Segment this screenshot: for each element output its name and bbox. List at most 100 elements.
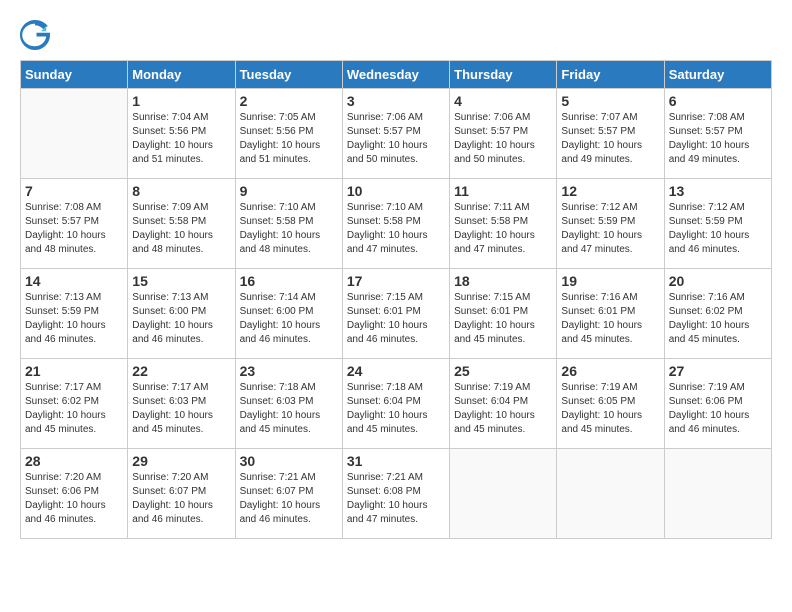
day-info: Sunrise: 7:13 AM Sunset: 5:59 PM Dayligh… <box>25 291 123 347</box>
day-info: Sunrise: 7:21 AM Sunset: 6:07 PM Dayligh… <box>240 471 338 527</box>
day-number: 15 <box>132 273 230 289</box>
day-number: 16 <box>240 273 338 289</box>
day-info: Sunrise: 7:15 AM Sunset: 6:01 PM Dayligh… <box>347 291 445 347</box>
day-info: Sunrise: 7:11 AM Sunset: 5:58 PM Dayligh… <box>454 201 552 257</box>
calendar-cell: 6 Sunrise: 7:08 AM Sunset: 5:57 PM Daylig… <box>664 89 771 179</box>
day-info: Sunrise: 7:06 AM Sunset: 5:57 PM Dayligh… <box>454 111 552 167</box>
calendar-cell: 28 Sunrise: 7:20 AM Sunset: 6:06 PM Dayli… <box>21 449 128 539</box>
calendar-cell: 2 Sunrise: 7:05 AM Sunset: 5:56 PM Daylig… <box>235 89 342 179</box>
calendar-cell: 14 Sunrise: 7:13 AM Sunset: 5:59 PM Dayli… <box>21 269 128 359</box>
day-number: 18 <box>454 273 552 289</box>
calendar-cell <box>450 449 557 539</box>
calendar-cell: 19Sunrise: 7:16 AM Sunset: 6:01 PM Dayli… <box>557 269 664 359</box>
day-info: Sunrise: 7:10 AM Sunset: 5:58 PM Dayligh… <box>347 201 445 257</box>
day-number: 29 <box>132 453 230 469</box>
day-number: 4 <box>454 93 552 109</box>
day-number: 27 <box>669 363 767 379</box>
day-number: 22 <box>132 363 230 379</box>
day-info: Sunrise: 7:04 AM Sunset: 5:56 PM Dayligh… <box>132 111 230 167</box>
day-number: 26 <box>561 363 659 379</box>
header-row: SundayMondayTuesdayWednesdayThursdayFrid… <box>21 61 772 89</box>
day-info: Sunrise: 7:19 AM Sunset: 6:04 PM Dayligh… <box>454 381 552 437</box>
day-number: 25 <box>454 363 552 379</box>
calendar-cell: 17 Sunrise: 7:15 AM Sunset: 6:01 PM Dayli… <box>342 269 449 359</box>
calendar-cell: 26 Sunrise: 7:19 AM Sunset: 6:05 PM Dayli… <box>557 359 664 449</box>
day-info: Sunrise: 7:10 AM Sunset: 5:58 PM Dayligh… <box>240 201 338 257</box>
day-number: 9 <box>240 183 338 199</box>
day-number: 13 <box>669 183 767 199</box>
day-number: 7 <box>25 183 123 199</box>
day-header-tuesday: Tuesday <box>235 61 342 89</box>
day-info: Sunrise: 7:06 AM Sunset: 5:57 PM Dayligh… <box>347 111 445 167</box>
week-row-0: 1 Sunrise: 7:04 AM Sunset: 5:56 PM Daylig… <box>21 89 772 179</box>
day-header-thursday: Thursday <box>450 61 557 89</box>
day-number: 5 <box>561 93 659 109</box>
day-number: 12 <box>561 183 659 199</box>
calendar-cell: 3 Sunrise: 7:06 AM Sunset: 5:57 PM Daylig… <box>342 89 449 179</box>
day-number: 19 <box>561 273 659 289</box>
day-number: 10 <box>347 183 445 199</box>
calendar-cell: 9 Sunrise: 7:10 AM Sunset: 5:58 PM Daylig… <box>235 179 342 269</box>
day-number: 14 <box>25 273 123 289</box>
calendar-cell: 18 Sunrise: 7:15 AM Sunset: 6:01 PM Dayli… <box>450 269 557 359</box>
calendar-cell: 15Sunrise: 7:13 AM Sunset: 6:00 PM Dayli… <box>128 269 235 359</box>
day-header-sunday: Sunday <box>21 61 128 89</box>
day-info: Sunrise: 7:17 AM Sunset: 6:03 PM Dayligh… <box>132 381 230 437</box>
day-number: 30 <box>240 453 338 469</box>
day-number: 28 <box>25 453 123 469</box>
day-info: Sunrise: 7:12 AM Sunset: 5:59 PM Dayligh… <box>561 201 659 257</box>
day-number: 8 <box>132 183 230 199</box>
day-number: 2 <box>240 93 338 109</box>
calendar-cell: 31Sunrise: 7:21 AM Sunset: 6:08 PM Dayli… <box>342 449 449 539</box>
day-number: 1 <box>132 93 230 109</box>
calendar-cell: 25 Sunrise: 7:19 AM Sunset: 6:04 PM Dayli… <box>450 359 557 449</box>
calendar-cell: 12 Sunrise: 7:12 AM Sunset: 5:59 PM Dayli… <box>557 179 664 269</box>
header <box>20 20 772 50</box>
day-info: Sunrise: 7:14 AM Sunset: 6:00 PM Dayligh… <box>240 291 338 347</box>
day-info: Sunrise: 7:08 AM Sunset: 5:57 PM Dayligh… <box>669 111 767 167</box>
week-row-2: 14 Sunrise: 7:13 AM Sunset: 5:59 PM Dayli… <box>21 269 772 359</box>
calendar-cell: 29 Sunrise: 7:20 AM Sunset: 6:07 PM Dayli… <box>128 449 235 539</box>
day-info: Sunrise: 7:18 AM Sunset: 6:04 PM Dayligh… <box>347 381 445 437</box>
calendar-cell: 8Sunrise: 7:09 AM Sunset: 5:58 PM Daylig… <box>128 179 235 269</box>
day-header-saturday: Saturday <box>664 61 771 89</box>
day-header-monday: Monday <box>128 61 235 89</box>
calendar-cell <box>21 89 128 179</box>
calendar-cell: 30 Sunrise: 7:21 AM Sunset: 6:07 PM Dayli… <box>235 449 342 539</box>
week-row-3: 21 Sunrise: 7:17 AM Sunset: 6:02 PM Dayli… <box>21 359 772 449</box>
day-number: 17 <box>347 273 445 289</box>
calendar-cell: 10 Sunrise: 7:10 AM Sunset: 5:58 PM Dayli… <box>342 179 449 269</box>
day-header-friday: Friday <box>557 61 664 89</box>
day-info: Sunrise: 7:08 AM Sunset: 5:57 PM Dayligh… <box>25 201 123 257</box>
day-number: 24 <box>347 363 445 379</box>
day-header-wednesday: Wednesday <box>342 61 449 89</box>
day-number: 6 <box>669 93 767 109</box>
day-info: Sunrise: 7:16 AM Sunset: 6:02 PM Dayligh… <box>669 291 767 347</box>
day-info: Sunrise: 7:19 AM Sunset: 6:05 PM Dayligh… <box>561 381 659 437</box>
calendar-cell: 23Sunrise: 7:18 AM Sunset: 6:03 PM Dayli… <box>235 359 342 449</box>
day-number: 3 <box>347 93 445 109</box>
day-number: 21 <box>25 363 123 379</box>
day-number: 20 <box>669 273 767 289</box>
calendar-cell: 1 Sunrise: 7:04 AM Sunset: 5:56 PM Daylig… <box>128 89 235 179</box>
calendar-cell: 24 Sunrise: 7:18 AM Sunset: 6:04 PM Dayli… <box>342 359 449 449</box>
day-info: Sunrise: 7:15 AM Sunset: 6:01 PM Dayligh… <box>454 291 552 347</box>
calendar-cell <box>664 449 771 539</box>
calendar-cell: 27Sunrise: 7:19 AM Sunset: 6:06 PM Dayli… <box>664 359 771 449</box>
calendar-table: SundayMondayTuesdayWednesdayThursdayFrid… <box>20 60 772 539</box>
day-info: Sunrise: 7:17 AM Sunset: 6:02 PM Dayligh… <box>25 381 123 437</box>
calendar-cell: 22 Sunrise: 7:17 AM Sunset: 6:03 PM Dayli… <box>128 359 235 449</box>
day-info: Sunrise: 7:07 AM Sunset: 5:57 PM Dayligh… <box>561 111 659 167</box>
day-number: 11 <box>454 183 552 199</box>
calendar-cell <box>557 449 664 539</box>
calendar-cell: 4 Sunrise: 7:06 AM Sunset: 5:57 PM Daylig… <box>450 89 557 179</box>
calendar-cell: 21 Sunrise: 7:17 AM Sunset: 6:02 PM Dayli… <box>21 359 128 449</box>
calendar-cell: 11 Sunrise: 7:11 AM Sunset: 5:58 PM Dayli… <box>450 179 557 269</box>
day-info: Sunrise: 7:20 AM Sunset: 6:06 PM Dayligh… <box>25 471 123 527</box>
day-info: Sunrise: 7:12 AM Sunset: 5:59 PM Dayligh… <box>669 201 767 257</box>
logo <box>20 20 52 50</box>
day-number: 31 <box>347 453 445 469</box>
day-number: 23 <box>240 363 338 379</box>
day-info: Sunrise: 7:20 AM Sunset: 6:07 PM Dayligh… <box>132 471 230 527</box>
day-info: Sunrise: 7:05 AM Sunset: 5:56 PM Dayligh… <box>240 111 338 167</box>
